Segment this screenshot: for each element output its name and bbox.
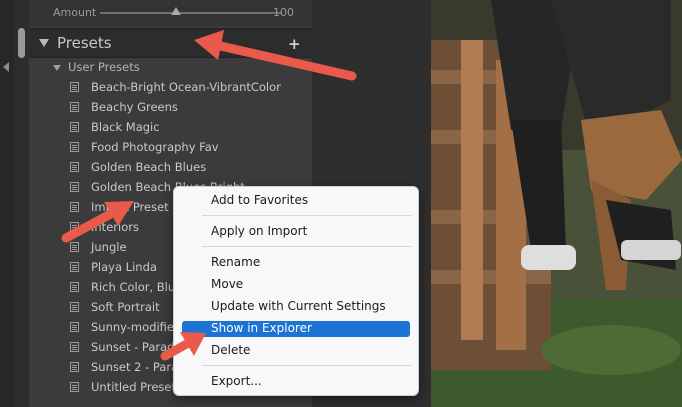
- photo-preview: [431, 0, 682, 407]
- preset-icon: [70, 202, 79, 212]
- panel-scrollbar-thumb[interactable]: [18, 28, 25, 58]
- preset-icon: [70, 322, 79, 332]
- preset-context-menu: Add to Favorites Apply on Import Rename …: [173, 186, 419, 396]
- menu-rename[interactable]: Rename: [182, 255, 410, 271]
- preset-icon: [70, 282, 79, 292]
- preset-icon: [70, 102, 79, 112]
- add-preset-plus-icon[interactable]: +: [288, 35, 301, 53]
- amount-slider-thumb[interactable]: [171, 7, 181, 15]
- presets-title[interactable]: Presets: [57, 34, 112, 52]
- folder-expand-triangle-icon[interactable]: [53, 65, 61, 71]
- menu-delete[interactable]: Delete: [182, 343, 410, 359]
- preset-icon: [70, 262, 79, 272]
- menu-update-with-current-settings[interactable]: Update with Current Settings: [182, 299, 410, 315]
- amount-slider-row: Amount 100: [29, 0, 312, 26]
- photo-image: [431, 0, 682, 407]
- amount-slider[interactable]: [100, 12, 282, 14]
- panel-scrollbar[interactable]: [14, 0, 29, 407]
- folder-name[interactable]: User Presets: [68, 60, 140, 74]
- preset-icon: [70, 362, 79, 372]
- amount-label: Amount: [53, 6, 97, 19]
- preset-icon: [70, 342, 79, 352]
- expand-triangle-icon[interactable]: [39, 39, 49, 47]
- preset-icon: [70, 242, 79, 252]
- preset-icon: [70, 142, 79, 152]
- menu-export[interactable]: Export...: [182, 374, 410, 390]
- left-panel-edge: [0, 0, 14, 407]
- menu-move[interactable]: Move: [182, 277, 410, 293]
- menu-add-to-favorites[interactable]: Add to Favorites: [182, 193, 410, 209]
- amount-value[interactable]: 100: [273, 6, 294, 19]
- preset-icon: [70, 222, 79, 232]
- collapse-panel-arrow-icon[interactable]: [3, 62, 9, 72]
- presets-panel-header[interactable]: Presets +: [29, 28, 312, 58]
- menu-apply-on-import[interactable]: Apply on Import: [182, 224, 410, 240]
- menu-separator: [202, 215, 412, 216]
- menu-show-in-explorer[interactable]: Show in Explorer: [182, 321, 410, 337]
- preset-icon: [70, 162, 79, 172]
- menu-separator: [202, 365, 412, 366]
- menu-separator: [202, 246, 412, 247]
- preset-icon: [70, 122, 79, 132]
- preset-icon: [70, 182, 79, 192]
- preset-icon: [70, 82, 79, 92]
- preset-icon: [70, 302, 79, 312]
- preset-icon: [70, 382, 79, 392]
